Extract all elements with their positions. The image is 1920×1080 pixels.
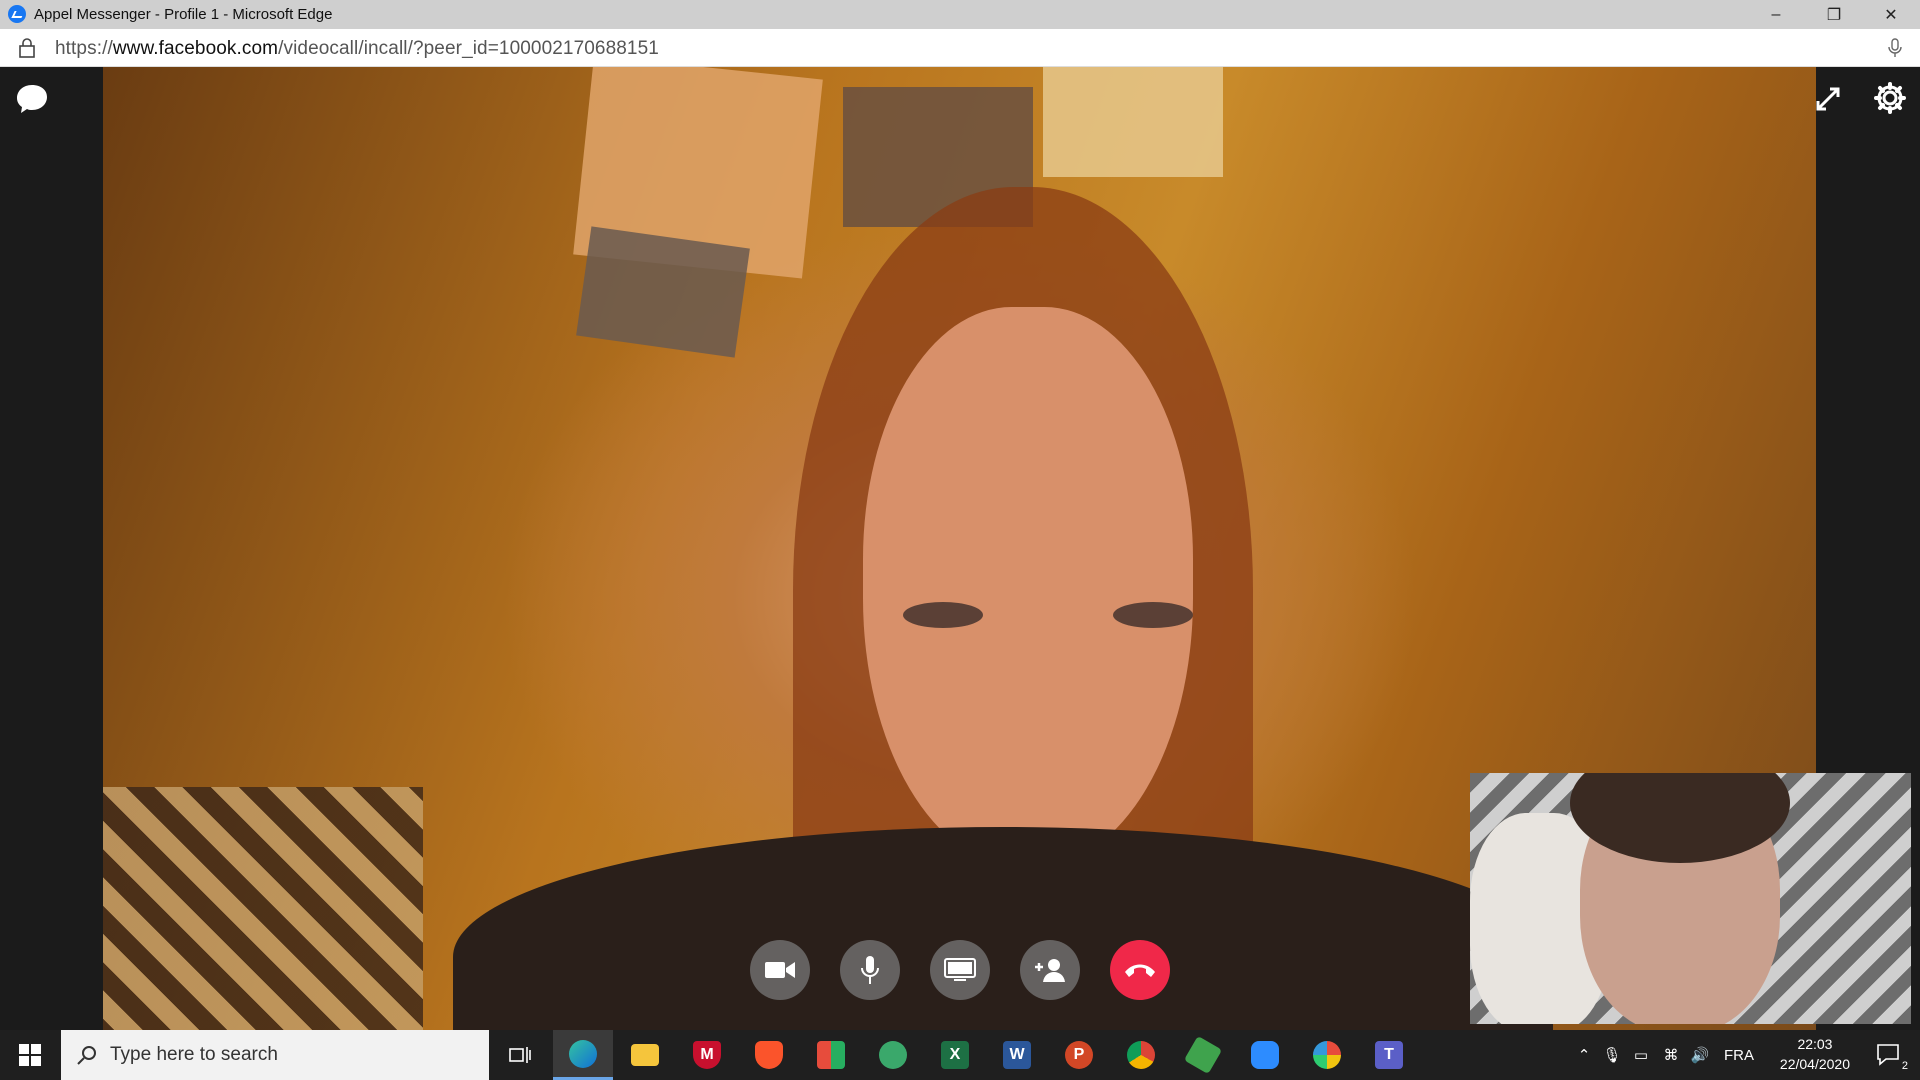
taskbar-office[interactable] (801, 1030, 861, 1080)
taskbar-search-box[interactable]: Type here to search (61, 1030, 489, 1080)
picasa-icon (1313, 1041, 1341, 1069)
person-eye (1113, 602, 1193, 628)
person-face (863, 307, 1193, 867)
windows-logo-icon (19, 1044, 41, 1066)
notification-icon (1877, 1044, 1899, 1066)
call-area (0, 67, 1920, 1030)
notification-center-button[interactable]: 2 (1860, 1030, 1918, 1080)
blanket (103, 787, 423, 1030)
camera-icon (765, 962, 795, 978)
taskbar-edge[interactable] (553, 1030, 613, 1080)
clock-date: 22/04/2020 (1779, 1056, 1850, 1072)
microphone-icon (861, 956, 879, 984)
taskbar-powerpoint[interactable]: P (1049, 1030, 1109, 1080)
wall-poster (1043, 67, 1223, 177)
person-eye (903, 602, 983, 628)
messenger-icon (8, 5, 26, 23)
chrome-icon (1127, 1041, 1155, 1069)
chevron-up-icon[interactable]: ⌃ (1570, 1046, 1598, 1064)
fullscreen-icon[interactable] (1813, 84, 1843, 114)
wall-photo (576, 226, 750, 358)
taskbar-mcafee[interactable]: M (677, 1030, 737, 1080)
taskbar: Type here to search M X W P T ⌃ 🎙 ▭ ⌘ 🔊 … (0, 1030, 1920, 1080)
system-tray: ⌃ 🎙 ▭ ⌘ 🔊 FRA (1570, 1030, 1754, 1080)
folder-icon (631, 1044, 659, 1066)
task-view-icon (509, 1047, 531, 1063)
taskbar-cube-app[interactable] (1173, 1030, 1233, 1080)
lock-icon (19, 38, 35, 58)
search-placeholder: Type here to search (110, 1044, 278, 1065)
notification-count: 2 (1901, 1060, 1908, 1072)
wifi-icon[interactable]: ⌘ (1656, 1046, 1686, 1064)
window-titlebar: Appel Messenger - Profile 1 - Microsoft … (0, 0, 1920, 29)
edge-icon (569, 1039, 597, 1068)
url-prefix: https:// (55, 38, 113, 59)
chat-bubble-icon[interactable] (15, 82, 49, 116)
url-text[interactable]: https://www.facebook.com/videocall/incal… (55, 38, 659, 60)
screen-share-icon (944, 958, 976, 981)
minimize-button[interactable]: – (1747, 0, 1805, 29)
atom-icon (879, 1041, 907, 1069)
volume-icon[interactable]: 🔊 (1686, 1046, 1714, 1064)
window-title: Appel Messenger - Profile 1 - Microsoft … (34, 6, 333, 23)
excel-icon: X (941, 1041, 969, 1069)
screen-share-button[interactable] (930, 940, 990, 1000)
taskbar-teams[interactable]: T (1359, 1030, 1419, 1080)
mcafee-icon: M (693, 1041, 721, 1069)
microphone-toggle-button[interactable] (840, 940, 900, 1000)
add-person-button[interactable] (1020, 940, 1080, 1000)
add-person-icon (1035, 959, 1065, 982)
gear-icon[interactable] (1873, 81, 1907, 115)
restore-button[interactable]: ❐ (1805, 0, 1863, 29)
taskbar-file-explorer[interactable] (615, 1030, 675, 1080)
zoom-icon (1251, 1041, 1279, 1069)
clock-time: 22:03 (1797, 1036, 1833, 1052)
teams-icon: T (1375, 1041, 1403, 1069)
clock[interactable]: 22:03 22/04/2020 (1780, 1034, 1850, 1074)
url-path: /videocall/incall/?peer_id=1000021706881… (278, 38, 659, 59)
cube-icon (1183, 1035, 1223, 1075)
start-button[interactable] (0, 1030, 60, 1080)
taskbar-picasa[interactable] (1297, 1030, 1357, 1080)
end-call-icon (1125, 964, 1155, 977)
battery-icon[interactable]: ▭ (1626, 1046, 1656, 1064)
address-bar[interactable]: https://www.facebook.com/videocall/incal… (0, 29, 1920, 67)
taskbar-word[interactable]: W (987, 1030, 1047, 1080)
camera-toggle-button[interactable] (750, 940, 810, 1000)
self-video[interactable] (1470, 773, 1911, 1024)
microphone-tray-icon[interactable]: 🎙 (1598, 1046, 1626, 1064)
url-host: www.facebook.com (112, 38, 279, 59)
task-view-button[interactable] (490, 1030, 550, 1080)
microphone-icon[interactable] (1888, 38, 1902, 58)
search-icon (77, 1046, 96, 1065)
powerpoint-icon: P (1065, 1041, 1093, 1069)
word-icon: W (1003, 1041, 1031, 1069)
end-call-button[interactable] (1110, 940, 1170, 1000)
close-button[interactable]: ✕ (1862, 0, 1920, 29)
taskbar-zoom[interactable] (1235, 1030, 1295, 1080)
taskbar-brave[interactable] (739, 1030, 799, 1080)
taskbar-chrome[interactable] (1111, 1030, 1171, 1080)
taskbar-atom[interactable] (863, 1030, 923, 1080)
language-indicator[interactable]: FRA (1724, 1047, 1754, 1064)
brave-icon (755, 1041, 783, 1069)
person-shirt (453, 827, 1553, 1030)
office-icon (817, 1041, 845, 1069)
taskbar-excel[interactable]: X (925, 1030, 985, 1080)
